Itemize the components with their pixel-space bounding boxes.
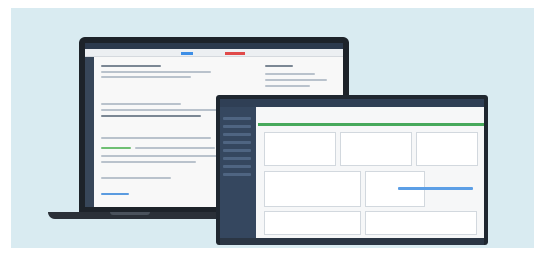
doc-line: [101, 161, 196, 163]
laptop-toolbar-red-button: [225, 52, 245, 55]
monitor-green-banner: [258, 123, 484, 126]
doc-link: [101, 193, 129, 195]
laptop-toolbar: [85, 49, 343, 57]
doc-line: [101, 76, 191, 78]
monitor-card: [264, 171, 361, 207]
monitor-sidebar-item: [223, 125, 251, 128]
doc-line: [101, 65, 161, 67]
doc-line: [101, 155, 221, 157]
side-line: [265, 85, 310, 87]
monitor-selected-row: [398, 187, 473, 190]
side-line: [265, 65, 293, 67]
monitor-sidebar-item: [223, 149, 251, 152]
monitor-card: [264, 211, 361, 235]
monitor-card: [264, 132, 336, 166]
monitor-sidebar-item: [223, 157, 251, 160]
laptop-left-rail: [85, 57, 94, 207]
doc-line: [101, 103, 181, 105]
monitor: [216, 95, 488, 245]
doc-highlight: [101, 147, 131, 149]
laptop-toolbar-blue-button: [181, 52, 193, 55]
laptop-notch: [110, 212, 150, 215]
doc-line: [101, 137, 211, 139]
monitor-taskbar: [220, 238, 484, 245]
monitor-display: [220, 99, 484, 245]
doc-line: [101, 109, 221, 111]
doc-line: [101, 115, 201, 117]
monitor-sidebar-item: [223, 173, 251, 176]
monitor-card: [365, 211, 477, 235]
monitor-sidebar-item: [223, 117, 251, 120]
doc-line: [101, 177, 171, 179]
monitor-sidebar-item: [223, 133, 251, 136]
doc-line: [135, 147, 215, 149]
monitor-titlebar: [220, 99, 484, 107]
monitor-sidebar-item: [223, 141, 251, 144]
side-line: [265, 79, 327, 81]
monitor-sidebar: [220, 107, 256, 245]
doc-line: [101, 71, 211, 73]
monitor-card: [416, 132, 478, 166]
monitor-sidebar-item: [223, 165, 251, 168]
monitor-card: [340, 132, 412, 166]
side-line: [265, 73, 315, 75]
